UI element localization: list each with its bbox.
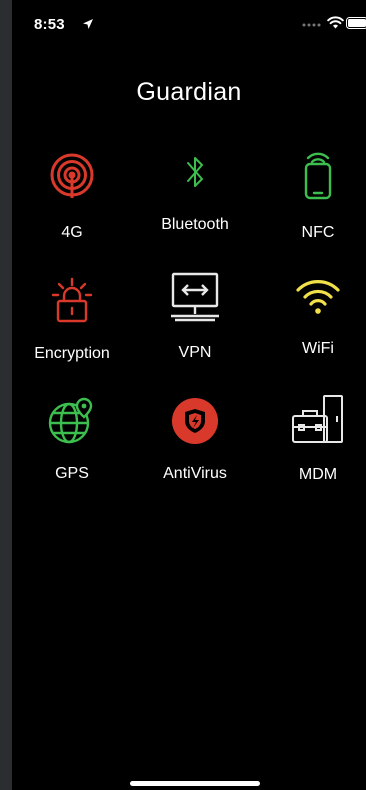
tile-label-4g: 4G xyxy=(61,224,83,241)
tile-mdm[interactable]: MDM xyxy=(263,394,366,484)
toolbox-icon xyxy=(292,395,343,443)
tile-vpn[interactable]: VPN xyxy=(140,272,250,362)
tile-gps[interactable]: GPS xyxy=(17,397,127,483)
tile-label-encryption: Encryption xyxy=(34,345,110,362)
tile-label-bluetooth: Bluetooth xyxy=(161,216,229,233)
wifi-status-icon xyxy=(327,16,344,29)
location-arrow-icon xyxy=(83,19,93,29)
tile-encryption[interactable]: Encryption xyxy=(17,277,127,363)
home-indicator[interactable] xyxy=(130,781,260,786)
lock-alarm-icon xyxy=(51,277,93,323)
tile-label-wifi: WiFi xyxy=(302,340,334,357)
shield-icon xyxy=(172,398,218,444)
tile-antivirus[interactable]: AntiVirus xyxy=(140,397,250,483)
vpn-monitor-icon xyxy=(171,272,219,322)
tile-label-gps: GPS xyxy=(55,465,89,482)
wifi-icon xyxy=(296,280,340,314)
tile-nfc[interactable]: NFC xyxy=(263,150,366,242)
tile-label-mdm: MDM xyxy=(298,466,338,483)
tile-wifi[interactable]: WiFi xyxy=(263,276,366,358)
tile-label-vpn: VPN xyxy=(178,344,212,361)
globe-pin-icon xyxy=(48,397,93,444)
signal-dots-icon xyxy=(302,23,321,27)
cellular-signal-icon xyxy=(50,153,94,198)
tile-4g[interactable]: 4G xyxy=(17,150,127,242)
tile-label-nfc: NFC xyxy=(301,224,335,241)
status-time: 8:53 xyxy=(34,16,65,33)
battery-icon xyxy=(346,17,366,29)
page-title: Guardian xyxy=(136,78,242,106)
tile-bluetooth[interactable]: Bluetooth xyxy=(140,152,250,234)
nfc-phone-icon xyxy=(304,152,332,200)
phone-screen: 8:53 Guardian 4G Bluetooth NFC Encryptio… xyxy=(12,0,366,790)
status-bar: 8:53 xyxy=(12,0,366,44)
bluetooth-icon xyxy=(187,157,203,187)
tile-label-antivirus: AntiVirus xyxy=(163,465,227,482)
